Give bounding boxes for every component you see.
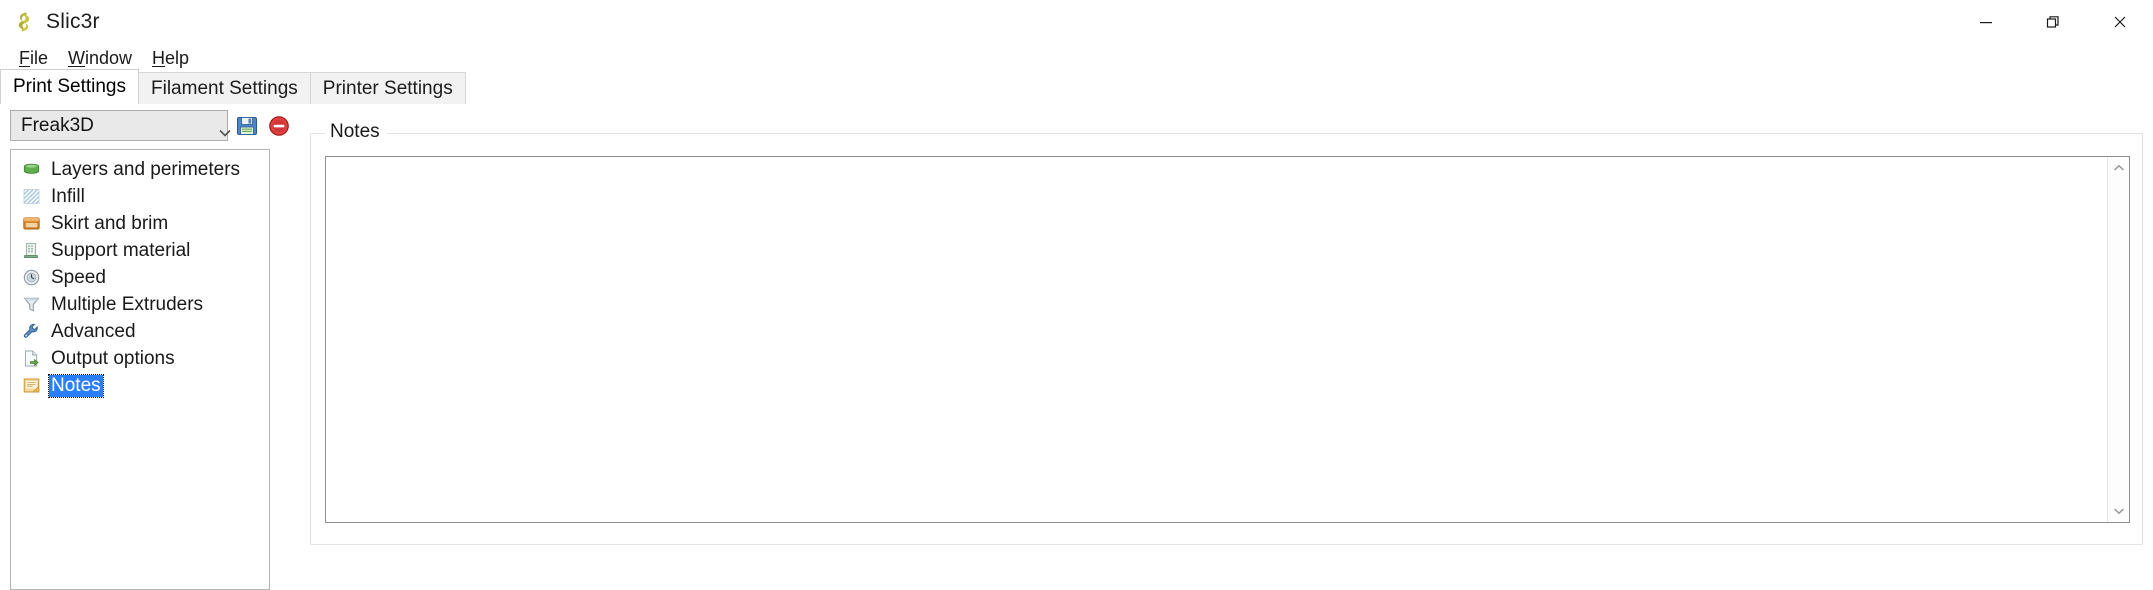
notes-icon [21,376,41,396]
title-bar: Slic3r [0,0,2153,44]
wrench-icon [21,322,41,342]
tab-strip: Print Settings Filament Settings Printer… [0,69,2153,104]
close-button[interactable] [2086,0,2153,44]
sidebar-item-label: Infill [51,185,85,207]
funnel-icon [21,295,41,315]
speed-clock-icon [21,268,41,288]
delete-preset-button[interactable] [266,113,292,139]
settings-category-list-items: Layers and perimeters Infill Skirt and b… [11,150,269,399]
menu-window[interactable]: Window [59,46,141,71]
sidebar-item-layers-and-perimeters[interactable]: Layers and perimeters [11,156,269,183]
skirt-brim-icon [21,214,41,234]
menu-help[interactable]: Help [143,46,198,71]
sidebar-item-multiple-extruders[interactable]: Multiple Extruders [11,291,269,318]
sidebar-item-advanced[interactable]: Advanced [11,318,269,345]
sidebar-item-infill[interactable]: Infill [11,183,269,210]
slic3r-logo-icon [12,10,36,34]
tab-print-settings-label: Print Settings [13,76,126,97]
slic3r-window: Slic3r File Window Help Print Settings F… [0,0,2153,590]
tab-filament-settings[interactable]: Filament Settings [138,72,311,104]
sidebar-item-skirt-and-brim[interactable]: Skirt and brim [11,210,269,237]
sidebar-item-output-options[interactable]: Output options [11,345,269,372]
sidebar-item-label: Notes [48,373,104,398]
preset-select-value: Freak3D [21,114,94,136]
restore-button[interactable] [2019,0,2086,44]
save-preset-button[interactable] [234,113,260,139]
window-title: Slic3r [46,10,100,33]
sidebar-item-label: Multiple Extruders [51,293,204,315]
tab-filament-settings-label: Filament Settings [151,77,298,99]
sidebar-item-label: Output options [51,347,175,369]
tab-printer-settings-label: Printer Settings [322,77,453,99]
sidebar-item-notes[interactable]: Notes [11,372,269,399]
notes-input[interactable] [326,157,2107,522]
sidebar-item-label: Support material [51,239,191,261]
close-icon [2114,16,2125,28]
sidebar-item-label: Layers and perimeters [51,158,241,180]
infill-hatch-icon [21,187,41,207]
menu-file[interactable]: File [10,46,57,71]
notes-text-area-container [325,156,2130,523]
preset-toolbar: Freak3D [10,110,292,141]
menu-bar: File Window Help [0,44,2153,73]
sidebar-item-support-material[interactable]: Support material [11,237,269,264]
minimize-icon [1979,22,1992,24]
minimize-button[interactable] [1952,0,2019,44]
sidebar-item-label: Speed [51,266,106,288]
sidebar-item-label: Skirt and brim [51,212,169,234]
layers-icon [21,160,41,180]
scrollbar-track[interactable] [2108,179,2129,500]
output-page-icon [21,349,41,369]
support-material-icon [21,241,41,261]
preset-select[interactable]: Freak3D [10,110,231,141]
window-controls [1952,0,2153,44]
settings-category-list[interactable]: Layers and perimeters Infill Skirt and b… [10,149,270,590]
sidebar-item-speed[interactable]: Speed [11,264,269,291]
scroll-down-button[interactable] [2108,500,2130,522]
tab-printer-settings[interactable]: Printer Settings [309,72,466,104]
restore-icon [2046,16,2059,28]
sidebar-item-label: Advanced [51,320,136,342]
floppy-disk-save-icon [237,116,257,135]
notes-scrollbar[interactable] [2107,157,2129,522]
notes-group-box: Notes [310,121,2143,545]
tab-print-settings[interactable]: Print Settings [0,69,139,104]
scroll-up-button[interactable] [2108,157,2130,179]
chevron-down-icon [2113,508,2124,515]
delete-preset-icon [269,115,289,136]
notes-group-title: Notes [325,121,387,143]
chevron-up-icon [2113,164,2124,171]
